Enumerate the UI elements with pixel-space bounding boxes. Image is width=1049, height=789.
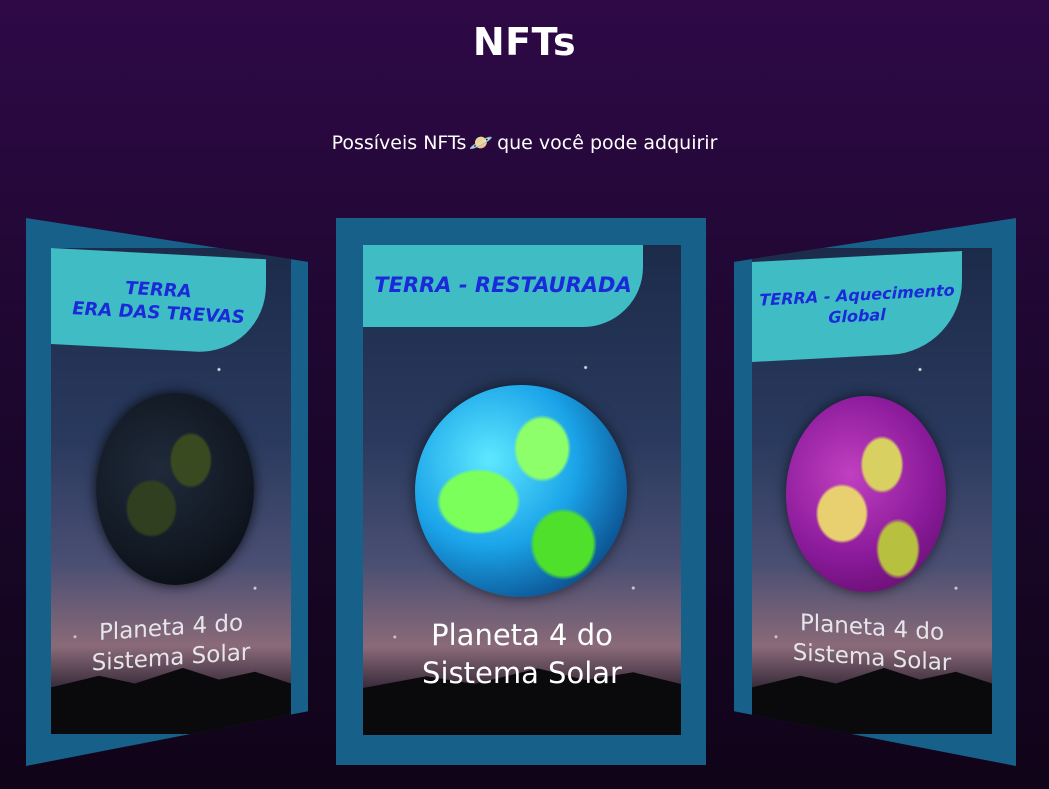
nft-carousel: TERRA ERA DAS TREVAS Planeta 4 do Sistem… xyxy=(0,0,1049,789)
card-artwork: TERRA ERA DAS TREVAS Planeta 4 do Sistem… xyxy=(51,248,291,734)
earth-dark-image xyxy=(96,393,254,585)
card-caption: Planeta 4 do Sistema Solar xyxy=(363,617,681,692)
earth-warming-image xyxy=(786,396,946,592)
caption-line: Sistema Solar xyxy=(422,655,622,690)
earth-restored-image xyxy=(415,385,627,597)
nft-card-dark-age[interactable]: TERRA ERA DAS TREVAS Planeta 4 do Sistem… xyxy=(26,218,308,766)
card-banner: TERRA - RESTAURADA xyxy=(363,245,643,327)
nft-page: NFTs Possíveis NFTs 🪐 que você pode adquir… xyxy=(0,0,1049,789)
banner-line: TERRA - RESTAURADA xyxy=(374,273,632,298)
card-banner: TERRA ERA DAS TREVAS xyxy=(51,248,266,356)
card-banner: TERRA - Aquecimento Global xyxy=(752,250,962,362)
card-caption: Planeta 4 do Sistema Solar xyxy=(752,606,992,683)
nft-card-restored[interactable]: TERRA - RESTAURADA Planeta 4 do Sistema … xyxy=(336,218,706,765)
card-caption: Planeta 4 do Sistema Solar xyxy=(51,606,291,683)
card-artwork: TERRA - RESTAURADA Planeta 4 do Sistema … xyxy=(363,245,681,735)
card-artwork: TERRA - Aquecimento Global Planeta 4 do … xyxy=(752,248,992,734)
nft-card-global-warming[interactable]: TERRA - Aquecimento Global Planeta 4 do … xyxy=(734,218,1016,766)
caption-line: Planeta 4 do xyxy=(431,618,613,652)
